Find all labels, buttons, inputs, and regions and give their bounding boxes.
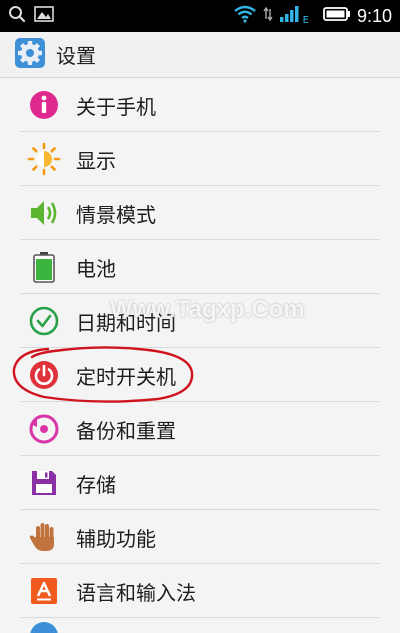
sun-icon <box>26 141 62 177</box>
floppy-disk-icon <box>26 465 62 501</box>
restore-icon <box>26 411 62 447</box>
settings-item-about-phone[interactable]: 关于手机 <box>0 78 400 132</box>
settings-item-label: 存储 <box>76 472 116 497</box>
battery-icon <box>26 249 62 285</box>
settings-item-label: 关于手机 <box>76 94 156 119</box>
battery-icon <box>323 6 351 26</box>
power-icon <box>26 357 62 393</box>
status-bar: E 9:10 <box>0 0 400 32</box>
search-icon <box>8 5 26 27</box>
network-type: E <box>302 14 309 26</box>
settings-item-backup-reset[interactable]: 备份和重置 <box>0 402 400 456</box>
info-icon <box>26 87 62 123</box>
settings-item-profiles[interactable]: 情景模式 <box>0 186 400 240</box>
settings-list: 关于手机 显示 情景模式 电池 日期和时间 定时开关机 备份和重置 存储 辅助功… <box>0 78 400 633</box>
settings-header: 设置 <box>0 32 400 78</box>
settings-item-scheduled-power[interactable]: 定时开关机 <box>0 348 400 402</box>
page-title: 设置 <box>56 44 96 68</box>
settings-item-label: 情景模式 <box>76 202 156 227</box>
language-icon <box>26 573 62 609</box>
watermark: Www.Tagxp.Com <box>110 296 305 323</box>
settings-item-label: 辅助功能 <box>76 526 156 551</box>
settings-item-storage[interactable]: 存储 <box>0 456 400 510</box>
settings-item-display[interactable]: 显示 <box>0 132 400 186</box>
settings-item-label: 显示 <box>76 148 116 173</box>
settings-item-label: 备份和重置 <box>76 418 176 443</box>
speaker-icon <box>26 195 62 231</box>
settings-item-label: 电池 <box>76 256 116 281</box>
wifi-icon <box>233 5 257 27</box>
image-icon <box>34 5 54 27</box>
partial-icon <box>26 618 62 633</box>
clock-time: 9:10 <box>356 5 392 26</box>
settings-item-partial <box>0 618 400 633</box>
settings-item-battery[interactable]: 电池 <box>0 240 400 294</box>
hand-icon <box>26 519 62 555</box>
settings-item-label: 语言和输入法 <box>76 580 196 605</box>
settings-gear-icon <box>14 37 46 73</box>
settings-item-label: 定时开关机 <box>76 364 176 389</box>
clock-icon <box>26 303 62 339</box>
settings-item-accessibility[interactable]: 辅助功能 <box>0 510 400 564</box>
data-arrows-icon <box>263 5 273 27</box>
settings-item-language-input[interactable]: 语言和输入法 <box>0 564 400 618</box>
signal-icon <box>279 5 301 27</box>
